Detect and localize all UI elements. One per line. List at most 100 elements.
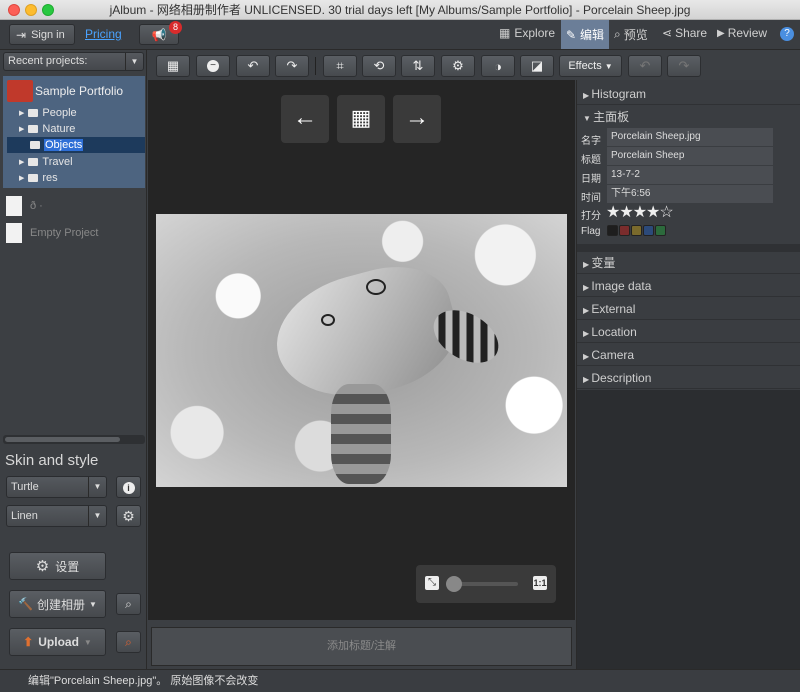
recent-projects-label: Recent projects: bbox=[8, 55, 88, 67]
rotate-right-button[interactable]: ↷ bbox=[275, 55, 309, 77]
location-section[interactable]: ▶ Location bbox=[577, 321, 800, 343]
undo-button[interactable]: ↶ bbox=[628, 55, 662, 77]
help-button[interactable]: ? bbox=[780, 27, 794, 41]
skin-style-heading: Skin and style bbox=[5, 452, 99, 469]
straighten-button[interactable]: ⟲ bbox=[362, 55, 396, 77]
adjust-button[interactable]: ⚙ bbox=[441, 55, 475, 77]
exposure-button[interactable]: ◪ bbox=[520, 55, 554, 77]
sign-in-button[interactable]: ⇥ Sign in bbox=[9, 24, 75, 45]
redo-button[interactable]: ↷ bbox=[667, 55, 701, 77]
window-titlebar: jAlbum - 网络相册制作者 UNLICENSED. 30 trial da… bbox=[0, 0, 800, 20]
review-tab[interactable]: ▶ Review bbox=[717, 26, 767, 40]
right-panel-empty-area bbox=[577, 390, 800, 669]
other-project-1[interactable]: ð · bbox=[30, 200, 43, 212]
skin-settings-button[interactable]: ⚙ bbox=[116, 505, 141, 527]
flag-swatches bbox=[607, 225, 667, 239]
explore-tab[interactable]: ▦ Explore bbox=[499, 26, 555, 40]
date-field[interactable]: 13-7-2 bbox=[607, 166, 773, 184]
grid-view-button[interactable]: ▦ bbox=[156, 55, 190, 77]
toolbar-divider bbox=[315, 57, 316, 75]
time-field[interactable]: 下午6:56 bbox=[607, 185, 773, 203]
next-image-button[interactable]: → bbox=[393, 95, 441, 143]
other-project-2[interactable]: Empty Project bbox=[30, 227, 98, 239]
zoom-out-button[interactable]: − bbox=[196, 55, 230, 77]
make-album-button[interactable]: 🔨 创建相册 ▼ bbox=[9, 590, 106, 618]
share-tab[interactable]: ⋖ Share bbox=[662, 26, 707, 40]
caption-input[interactable]: 添加标题/注解 bbox=[151, 627, 572, 666]
skin-dropdown[interactable]: Turtle ▼ bbox=[6, 476, 107, 498]
explore-label: Explore bbox=[514, 26, 556, 40]
rotate-left-button[interactable]: ↶ bbox=[236, 55, 270, 77]
folder-icon bbox=[28, 124, 39, 133]
minus-circle-icon: − bbox=[207, 60, 219, 72]
main-panel-label: 主面板 bbox=[593, 110, 630, 124]
main-panel-section[interactable]: ▼ 主面板 bbox=[577, 106, 800, 128]
project-name[interactable]: Sample Portfolio bbox=[35, 84, 123, 98]
status-bar: 编辑"Porcelain Sheep.jpg"。 原始图像不会改变 bbox=[0, 669, 800, 692]
minimize-window-button[interactable] bbox=[25, 4, 37, 16]
triangle-right-icon: ▶ bbox=[19, 174, 25, 182]
upload-label: Upload bbox=[38, 635, 79, 649]
crop-button[interactable]: ⌗ bbox=[323, 55, 357, 77]
effects-label: Effects bbox=[568, 60, 602, 72]
zoom-window-button[interactable] bbox=[42, 4, 54, 16]
close-window-button[interactable] bbox=[8, 4, 20, 16]
hammer-icon: 🔨 bbox=[18, 597, 33, 611]
name-field[interactable]: Porcelain Sheep.jpg bbox=[607, 128, 773, 146]
photo-porcelain-sheep[interactable] bbox=[156, 214, 567, 487]
upload-button[interactable]: ⬆ Upload ▼ bbox=[9, 628, 106, 656]
recent-projects-dropdown[interactable]: Recent projects: ▼ bbox=[3, 52, 144, 71]
camera-section[interactable]: ▶ Camera bbox=[577, 344, 800, 366]
skin-info-button[interactable]: i bbox=[116, 476, 141, 498]
flag-swatch-none[interactable] bbox=[607, 225, 618, 236]
histogram-section[interactable]: ▶ Histogram bbox=[577, 83, 800, 105]
title-field[interactable]: Porcelain Sheep bbox=[607, 147, 773, 165]
tree-item-res[interactable]: ▶ res bbox=[19, 170, 58, 185]
notifications-button[interactable]: 📢 8 bbox=[139, 21, 182, 45]
upload-search-button[interactable]: ⌕ bbox=[116, 631, 141, 653]
contrast-button[interactable]: ◑ bbox=[481, 55, 515, 77]
preview-tab[interactable]: ⌕ 预览 bbox=[614, 26, 648, 43]
make-album-search-button[interactable]: ⌕ bbox=[116, 593, 141, 615]
external-section[interactable]: ▶ External bbox=[577, 298, 800, 320]
triangle-right-icon: ▶ bbox=[19, 158, 25, 166]
folder-label: Nature bbox=[42, 122, 76, 135]
document-icon bbox=[6, 196, 22, 216]
variables-section[interactable]: ▶ 变量 bbox=[577, 252, 800, 274]
section-label: Image data bbox=[591, 279, 652, 293]
flag-swatch-green[interactable] bbox=[655, 225, 666, 236]
description-section[interactable]: ▶ Description bbox=[577, 367, 800, 389]
effects-button[interactable]: Effects ▼ bbox=[559, 55, 622, 77]
zoom-slider-thumb[interactable] bbox=[446, 576, 462, 592]
field-label-time: 时间 bbox=[581, 193, 601, 204]
previous-image-button[interactable]: ← bbox=[281, 95, 329, 143]
tree-item-nature[interactable]: ▶ Nature bbox=[19, 121, 75, 136]
actual-size-icon[interactable]: 1:1 bbox=[533, 576, 547, 590]
tree-item-people[interactable]: ▶ People bbox=[19, 105, 77, 120]
grid-icon: ▦ bbox=[166, 58, 180, 73]
flip-button[interactable]: ⇅ bbox=[401, 55, 435, 77]
chevron-down-icon: ▼ bbox=[89, 599, 97, 609]
gear-icon: ⚙ bbox=[122, 508, 135, 524]
tree-item-objects[interactable]: Objects bbox=[19, 137, 84, 152]
flip-icon: ⇅ bbox=[412, 58, 424, 73]
settings-button[interactable]: ⚙ 设置 bbox=[9, 552, 106, 580]
flag-swatch-yellow[interactable] bbox=[631, 225, 642, 236]
thumbnails-button[interactable]: ▦ bbox=[337, 95, 385, 143]
share-label: Share bbox=[675, 26, 708, 40]
pricing-link[interactable]: Pricing bbox=[85, 27, 122, 41]
sign-in-label: Sign in bbox=[31, 28, 65, 41]
flag-swatch-red[interactable] bbox=[619, 225, 630, 236]
style-dropdown[interactable]: Linen ▼ bbox=[6, 505, 107, 527]
crop-icon: ⌗ bbox=[336, 58, 344, 73]
image-viewer: ← ▦ → ⤡ 1:1 bbox=[148, 80, 575, 620]
left-scrollbar-thumb[interactable] bbox=[5, 437, 120, 442]
play-icon: ▶ bbox=[717, 27, 725, 39]
tree-item-travel[interactable]: ▶ Travel bbox=[19, 154, 73, 169]
left-scrollbar-track[interactable] bbox=[3, 435, 145, 444]
flag-swatch-blue[interactable] bbox=[643, 225, 654, 236]
fit-screen-icon[interactable]: ⤡ bbox=[425, 576, 439, 590]
rating-stars[interactable]: ★★★★☆ bbox=[606, 202, 674, 222]
image-data-section[interactable]: ▶ Image data bbox=[577, 275, 800, 297]
edit-tab[interactable]: ✎ 编辑 bbox=[561, 20, 609, 49]
